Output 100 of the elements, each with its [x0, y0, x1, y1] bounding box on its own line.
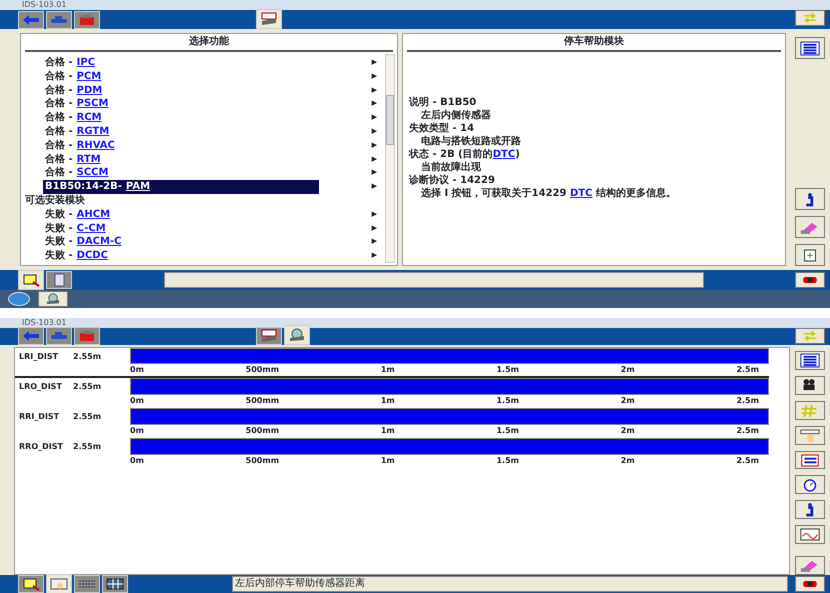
- toolbar-button[interactable]: [795, 525, 825, 544]
- module-link[interactable]: DCDC: [76, 249, 108, 263]
- module-row[interactable]: 合格 - PCM: [43, 70, 102, 84]
- toolbar-tab[interactable]: [18, 327, 44, 345]
- module-link[interactable]: PSCM: [76, 97, 108, 112]
- detail-text: 选择 I 按钮，可获取关于14229 DTC 结构的更多信息。: [420, 187, 677, 200]
- toolbar-tab[interactable]: [284, 325, 310, 345]
- module-link[interactable]: RTM: [76, 152, 101, 166]
- sensor-name: LRI_DIST: [19, 351, 60, 363]
- toolbar-button[interactable]: [795, 426, 825, 445]
- module-row[interactable]: 失败 - C-CM: [43, 222, 106, 236]
- toolbar-button[interactable]: [795, 500, 825, 520]
- dtc-link[interactable]: DTC: [570, 186, 592, 200]
- car-icon: [800, 274, 820, 286]
- axis-tick-label: 500mm: [246, 395, 280, 407]
- module-status: 合格 -: [45, 111, 73, 125]
- axis-tick-label: 2m: [620, 395, 635, 407]
- module-row[interactable]: 合格 - PDM: [43, 84, 102, 98]
- sensor-reading: 2.55m: [73, 411, 102, 423]
- module-link[interactable]: SCCM: [76, 166, 108, 180]
- list-icon: [799, 40, 821, 56]
- axis-tick-label: 0m: [130, 455, 144, 467]
- module-row[interactable]: 合格 - RGTM: [43, 124, 110, 139]
- bottom-tab[interactable]: [74, 575, 100, 593]
- module-link[interactable]: RGTM: [76, 124, 110, 139]
- module-row[interactable]: 失败 - DACM-C: [43, 235, 122, 250]
- scanner-gauge-icon: [287, 328, 307, 342]
- toolbar-button[interactable]: [795, 450, 825, 470]
- toolbar-tab[interactable]: [256, 9, 282, 29]
- monitor-icon: [21, 273, 41, 287]
- toolbar-button[interactable]: [795, 556, 825, 576]
- axis-tick-label: 0m: [130, 425, 144, 437]
- toolbar-tab[interactable]: [256, 327, 282, 345]
- toolbar-tab[interactable]: [46, 11, 72, 29]
- module-row[interactable]: 合格 - PSCM: [43, 97, 108, 112]
- toolbar-button[interactable]: [795, 376, 825, 395]
- axis-tick-label: 2.5m: [736, 455, 759, 467]
- toolbar-button[interactable]: [795, 576, 825, 592]
- module-status: 失败 -: [45, 208, 73, 222]
- detail-text: 左后内侧传感器: [420, 109, 492, 122]
- module-status: 失败 -: [45, 235, 73, 250]
- back-arrow-icon: [21, 329, 41, 343]
- module-row[interactable]: 合格 - SCCM: [43, 166, 108, 180]
- scrollbar[interactable]: [385, 54, 395, 263]
- module-link[interactable]: PCM: [76, 70, 102, 84]
- table-icon: [105, 577, 125, 591]
- module-row[interactable]: 合格 - RTM: [43, 152, 101, 166]
- axis-tick-label: 500mm: [246, 425, 280, 437]
- module-row[interactable]: B1B50:14-2B- PAM: [43, 180, 319, 194]
- toolbar-button[interactable]: [795, 351, 825, 370]
- module-status: 合格 -: [45, 166, 73, 180]
- detail-text: 当前故障出现: [420, 161, 482, 174]
- toolbar-button[interactable]: [795, 475, 825, 494]
- module-link[interactable]: RHVAC: [76, 138, 115, 153]
- panel-heading: 停车帮助模块: [407, 34, 781, 52]
- axis-tick-label: 1m: [380, 425, 395, 437]
- axis-tick-label: 1.5m: [496, 364, 519, 376]
- bottom-tab[interactable]: [18, 575, 44, 593]
- toolbar-tab[interactable]: [74, 11, 100, 29]
- toolbar-tab[interactable]: [18, 11, 44, 29]
- module-status: 合格 -: [45, 138, 73, 153]
- module-row[interactable]: 合格 - RCM: [43, 111, 102, 125]
- module-link[interactable]: C-CM: [76, 222, 106, 236]
- axis-tick-label: 500mm: [246, 364, 280, 376]
- sensor-reading: 2.55m: [73, 381, 102, 393]
- toolbox-icon: [77, 329, 97, 343]
- sensor-reading: 2.55m: [73, 441, 102, 453]
- list-icon: [799, 452, 821, 468]
- module-row[interactable]: 合格 - IPC: [43, 56, 96, 70]
- toolbar-tab[interactable]: [46, 327, 72, 345]
- toolbar-button[interactable]: [795, 244, 825, 266]
- module-status: 合格 -: [45, 56, 73, 70]
- bottom-tab[interactable]: [18, 270, 44, 290]
- taskbar-button[interactable]: [38, 291, 68, 307]
- toolbar-button[interactable]: [795, 37, 825, 59]
- module-row[interactable]: 合格 - RHVAC: [43, 138, 115, 153]
- bottom-tab[interactable]: [102, 575, 128, 593]
- module-row[interactable]: 失败 - DCDC: [43, 249, 108, 263]
- toolbar-button[interactable]: [795, 188, 825, 210]
- dtc-link[interactable]: DTC: [492, 148, 516, 162]
- module-link[interactable]: PAM: [126, 180, 150, 194]
- module-link[interactable]: RCM: [76, 111, 102, 125]
- sensor-name: RRO_DIST: [19, 441, 64, 453]
- axis-tick-label: 2.5m: [736, 425, 759, 437]
- detail-text: 电路与搭铁短路或开路: [420, 135, 522, 148]
- module-link[interactable]: AHCM: [76, 208, 110, 222]
- axis-tick-label: 2.5m: [736, 364, 759, 376]
- module-status: 失败 -: [45, 249, 73, 263]
- monitor-icon: [21, 577, 41, 591]
- toolbar-button[interactable]: [795, 272, 825, 288]
- module-link[interactable]: DACM-C: [76, 235, 122, 250]
- module-link[interactable]: IPC: [76, 56, 96, 70]
- bottom-tab[interactable]: [46, 574, 72, 593]
- section-label: 可选安装模块: [25, 194, 85, 208]
- toolbar-tab[interactable]: [74, 327, 100, 345]
- axis-tick-label: 2m: [620, 364, 635, 376]
- axis-tick-label: 1m: [380, 455, 395, 467]
- module-row[interactable]: 失败 - AHCM: [43, 208, 110, 222]
- start-button[interactable]: [8, 292, 30, 306]
- module-link[interactable]: PDM: [76, 84, 102, 98]
